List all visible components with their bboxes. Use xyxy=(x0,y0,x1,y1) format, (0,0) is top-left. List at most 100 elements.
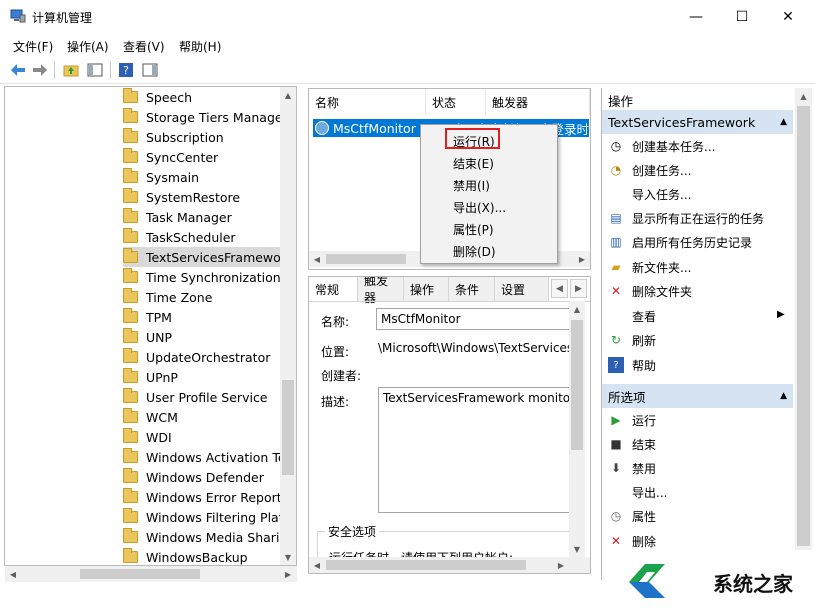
scroll-up-arrow-icon[interactable]: ▲ xyxy=(795,88,812,104)
help-icon[interactable]: ? xyxy=(116,60,136,80)
action-delete-folder[interactable]: ✕ 删除文件夹 xyxy=(608,281,692,301)
tree-item[interactable]: Windows Activation Tec xyxy=(123,447,292,467)
tree-item[interactable]: Time Synchronization xyxy=(123,267,281,287)
tree-item[interactable]: Storage Tiers Managem xyxy=(123,107,295,127)
action-create-basic-task[interactable]: ◷ 创建基本任务... xyxy=(608,136,716,156)
tab-settings[interactable]: 设置 xyxy=(495,277,549,301)
description-field[interactable]: TextServicesFramework monitor xyxy=(378,387,574,513)
tree-item[interactable]: Windows Filtering Platfo xyxy=(123,507,296,527)
tree-item[interactable]: Speech xyxy=(123,87,192,107)
tree-item[interactable]: Windows Defender xyxy=(123,467,264,487)
scroll-left-arrow-icon[interactable]: ◀ xyxy=(309,557,325,573)
tree-item[interactable]: Subscription xyxy=(123,127,224,147)
description-label: 描述: xyxy=(321,395,350,409)
tree-item[interactable]: UpdateOrchestrator xyxy=(123,347,270,367)
scroll-down-arrow-icon[interactable]: ▼ xyxy=(280,549,296,565)
collapse-arrow-icon[interactable]: ▲ xyxy=(780,391,787,401)
tree-item-selected[interactable]: TextServicesFramework xyxy=(123,247,294,267)
menu-view[interactable]: 查看(V) xyxy=(123,38,165,55)
scroll-right-arrow-icon[interactable]: ▶ xyxy=(553,557,569,573)
detail-scroll-thumb[interactable] xyxy=(571,320,583,450)
action-disable[interactable]: ⬇ 禁用 xyxy=(608,458,656,478)
tab-general[interactable]: 常规 xyxy=(309,277,358,301)
name-field[interactable]: MsCtfMonitor xyxy=(376,308,576,330)
up-folder-icon[interactable] xyxy=(61,60,81,80)
tree-item[interactable]: WCM xyxy=(123,407,178,427)
back-arrow-icon[interactable] xyxy=(8,60,28,80)
tree-item[interactable]: TaskScheduler xyxy=(123,227,236,247)
folder-icon xyxy=(123,148,138,163)
tree-item[interactable]: Windows Error Reportin xyxy=(123,487,293,507)
scroll-right-arrow-icon[interactable]: ▶ xyxy=(574,251,590,267)
action-delete[interactable]: ✕ 删除 xyxy=(608,531,656,551)
action-view[interactable]: 查看 xyxy=(608,306,656,326)
action-properties[interactable]: ◷ 属性 xyxy=(608,506,656,526)
section-header-textservices[interactable]: TextServicesFramework ▲ xyxy=(602,110,793,134)
tree-scroll-thumb[interactable] xyxy=(282,380,294,475)
column-header-trigger[interactable]: 触发器 xyxy=(486,89,590,115)
refresh-icon: ↻ xyxy=(610,333,622,347)
action-new-folder[interactable]: ▰ 新文件夹... xyxy=(608,257,691,277)
detail-hscroll-thumb[interactable] xyxy=(326,560,526,570)
tree-item[interactable]: Sysmain xyxy=(123,167,199,187)
submenu-arrow-icon: ▶ xyxy=(777,309,785,320)
tab-triggers[interactable]: 触发器 xyxy=(358,277,404,305)
collapse-arrow-icon[interactable]: ▲ xyxy=(780,117,787,127)
tree-item[interactable]: SyncCenter xyxy=(123,147,218,167)
tree-vertical-scrollbar[interactable] xyxy=(280,87,296,565)
minimize-button[interactable]: — xyxy=(673,0,719,34)
context-menu-disable[interactable]: 禁用(I) xyxy=(453,177,490,194)
tree-item[interactable]: UPnP xyxy=(123,367,178,387)
folder-icon xyxy=(123,288,138,303)
scroll-down-arrow-icon[interactable]: ▼ xyxy=(569,541,585,557)
column-header-name[interactable]: 名称 xyxy=(309,89,426,115)
tab-scroll-right-icon[interactable]: ▶ xyxy=(570,279,587,298)
scroll-right-arrow-icon[interactable]: ▶ xyxy=(280,566,296,582)
forward-arrow-icon[interactable] xyxy=(30,60,50,80)
menu-file[interactable]: 文件(F) xyxy=(13,38,53,55)
tree-item[interactable]: Windows Media Sharing xyxy=(123,527,295,547)
show-hide-tree-icon[interactable] xyxy=(85,60,105,80)
action-run[interactable]: ▶ 运行 xyxy=(608,410,656,430)
action-enable-history[interactable]: ▥ 启用所有任务历史记录 xyxy=(608,232,752,252)
context-menu-end[interactable]: 结束(E) xyxy=(453,155,494,172)
tree-item[interactable]: User Profile Service xyxy=(123,387,268,407)
context-menu-export[interactable]: 导出(X)... xyxy=(453,199,506,216)
maximize-button[interactable]: ☐ xyxy=(719,0,765,34)
menu-action[interactable]: 操作(A) xyxy=(67,38,109,55)
scroll-up-arrow-icon[interactable]: ▲ xyxy=(280,87,296,103)
tree-item[interactable]: TPM xyxy=(123,307,172,327)
menu-help[interactable]: 帮助(H) xyxy=(179,38,221,55)
tree-item[interactable]: SystemRestore xyxy=(123,187,240,207)
show-action-pane-icon[interactable] xyxy=(140,60,160,80)
action-help[interactable]: ? 帮助 xyxy=(608,355,656,375)
close-button[interactable]: ✕ xyxy=(765,0,811,34)
tree-item[interactable]: WDI xyxy=(123,427,172,447)
action-export[interactable]: 导出... xyxy=(608,482,667,502)
tree-item[interactable]: Task Manager xyxy=(123,207,232,227)
section-header-selected[interactable]: 所选项 ▲ xyxy=(602,384,793,408)
tree-hscroll-thumb[interactable] xyxy=(80,569,200,579)
tree-item[interactable]: WindowsBackup xyxy=(123,547,248,565)
tree-item[interactable]: Time Zone xyxy=(123,287,212,307)
actions-scroll-thumb[interactable] xyxy=(797,106,810,546)
action-end[interactable]: ■ 结束 xyxy=(608,434,656,454)
tree-item[interactable]: UNP xyxy=(123,327,172,347)
action-show-running[interactable]: ▤ 显示所有正在运行的任务 xyxy=(608,208,764,228)
scroll-left-arrow-icon[interactable]: ◀ xyxy=(309,251,325,267)
tab-scroll-left-icon[interactable]: ◀ xyxy=(551,279,568,298)
task-clock-icon xyxy=(315,121,329,135)
action-create-task[interactable]: ◔ 创建任务... xyxy=(608,160,692,180)
context-menu-delete[interactable]: 删除(D) xyxy=(453,243,496,260)
column-header-status[interactable]: 状态 xyxy=(426,89,486,115)
task-list-hscroll-thumb[interactable] xyxy=(326,254,406,264)
tab-actions[interactable]: 操作 xyxy=(404,277,449,301)
scroll-up-arrow-icon[interactable]: ▲ xyxy=(569,301,585,317)
action-refresh[interactable]: ↻ 刷新 xyxy=(608,330,656,350)
action-import-task[interactable]: 导入任务... xyxy=(608,184,691,204)
context-menu-properties[interactable]: 属性(P) xyxy=(453,221,494,238)
tab-conditions[interactable]: 条件 xyxy=(449,277,495,301)
tree-pane[interactable]: Speech Storage Tiers Managem Subscriptio… xyxy=(4,86,297,566)
tree-item-label: SystemRestore xyxy=(146,189,241,205)
scroll-left-arrow-icon[interactable]: ◀ xyxy=(5,566,21,582)
